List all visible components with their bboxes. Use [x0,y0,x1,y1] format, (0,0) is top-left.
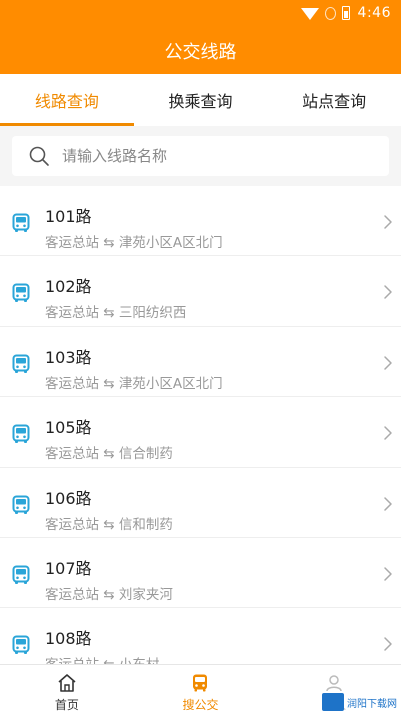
watermark-logo: 润阳下载网 [321,693,397,711]
nfc-icon [324,6,336,20]
status-bar: 4:46 [300,3,391,23]
route-to: 信和制药 [118,516,173,533]
route-to: 津苑小区A区北门 [118,235,223,251]
route-item[interactable]: 106路客运总站 ⇆ 信和制药 [0,468,401,538]
watermark-text: 润阳下载网 [346,698,397,710]
chevron-right-icon [384,637,392,652]
search-box[interactable] [12,136,389,176]
nav-bus-search[interactable]: 搜公交 [134,665,268,717]
route-item[interactable]: 107路客运总站 ⇆ 刘家夹河 [0,538,401,609]
tab-bar: 线路查询 换乘查询 站点查询 [0,74,401,126]
wifi-icon [300,8,319,20]
bus-icon [12,354,30,373]
chevron-right-icon [384,215,392,229]
route-separator: ⇆ [103,586,115,603]
search-area [0,126,401,186]
battery-icon [341,6,350,20]
route-name: 101路 [45,207,92,226]
search-input[interactable] [62,147,352,165]
bus-icon [12,283,30,303]
nav-bus-search-label: 搜公交 [182,698,219,712]
route-endpoints: 客运总站 ⇆ 津苑小区A区北门 [45,372,223,392]
route-to: 小东村 [119,657,160,664]
route-separator: ⇆ [103,446,115,463]
watermark-icon [321,693,344,711]
chevron-right-icon [384,285,392,300]
route-separator: ⇆ [103,375,115,392]
route-name: 107路 [45,558,92,578]
chevron-right-icon [384,496,392,511]
route-item[interactable]: 108路客运总站 ⇆ 小东村 [0,608,401,664]
route-item[interactable]: 103路客运总站 ⇆ 津苑小区A区北门 [0,327,401,398]
route-separator: ⇆ [103,305,115,322]
page-title: 公交线路 [164,42,237,63]
route-name: 108路 [45,629,92,649]
route-endpoints: 客运总站 ⇆ 信合制药 [45,442,173,462]
route-item[interactable]: 102路客运总站 ⇆ 三阳纺织西 [0,256,401,327]
route-name: 105路 [45,418,92,438]
bus-icon [12,635,30,655]
route-name: 102路 [45,277,92,297]
chevron-right-icon [384,426,392,440]
route-separator: ⇆ [103,516,115,533]
app-header: 4:46 公交线路 [0,0,401,74]
route-from: 客运总站 [45,235,99,251]
route-from: 客运总站 [45,305,99,322]
search-icon [29,146,49,166]
route-endpoints: 客运总站 ⇆ 三阳纺织西 [45,301,186,321]
route-to: 津苑小区A区北门 [118,375,223,392]
route-from: 客运总站 [45,446,99,463]
bus-icon [12,565,30,584]
route-name: 103路 [45,347,92,367]
route-from: 客运总站 [45,375,99,392]
bottom-nav: 首页 搜公交 个人 润阳下载网 [0,664,401,717]
tab-route-query[interactable]: 线路查询 [0,74,134,126]
person-icon [326,675,342,692]
status-time: 4:46 [357,5,391,21]
route-to: 刘家夹河 [118,586,173,603]
route-from: 客运总站 [45,586,99,603]
route-separator: ⇆ [103,657,114,664]
nav-profile[interactable]: 个人 润阳下载网 [267,665,401,717]
route-endpoints: 客运总站 ⇆ 小东村 [45,653,159,664]
nav-home-label: 首页 [54,698,79,712]
nav-home[interactable]: 首页 [0,665,134,717]
route-name: 106路 [45,488,92,508]
route-endpoints: 客运总站 ⇆ 津苑小区A区北门 [45,231,223,251]
route-item[interactable]: 105路客运总站 ⇆ 信合制药 [0,397,401,468]
bus-icon [12,424,30,444]
route-from: 客运总站 [45,657,99,664]
route-from: 客运总站 [45,516,99,533]
home-icon [58,674,76,692]
route-list: 101路 客运总站 ⇆ 津苑小区A区北门 102路 客运总站 ⇆ 三阳纺织西 103路客… [0,186,401,664]
route-separator: ⇆ [103,235,115,251]
chevron-right-icon [384,567,392,581]
bus-icon [12,213,30,232]
tab-transfer-query[interactable]: 换乘查询 [134,74,268,126]
route-to: 三阳纺织西 [118,305,187,322]
tab-station-query[interactable]: 站点查询 [267,74,401,126]
chevron-right-icon [384,356,392,370]
route-endpoints: 客运总站 ⇆ 信和制药 [45,513,173,533]
route-endpoints: 客运总站 ⇆ 刘家夹河 [45,583,173,603]
bus-search-icon [193,674,208,692]
route-item[interactable]: 101路客运总站 ⇆ 津苑小区A区北门 [0,186,401,257]
bus-icon [12,495,30,514]
route-to: 信合制药 [118,446,173,463]
